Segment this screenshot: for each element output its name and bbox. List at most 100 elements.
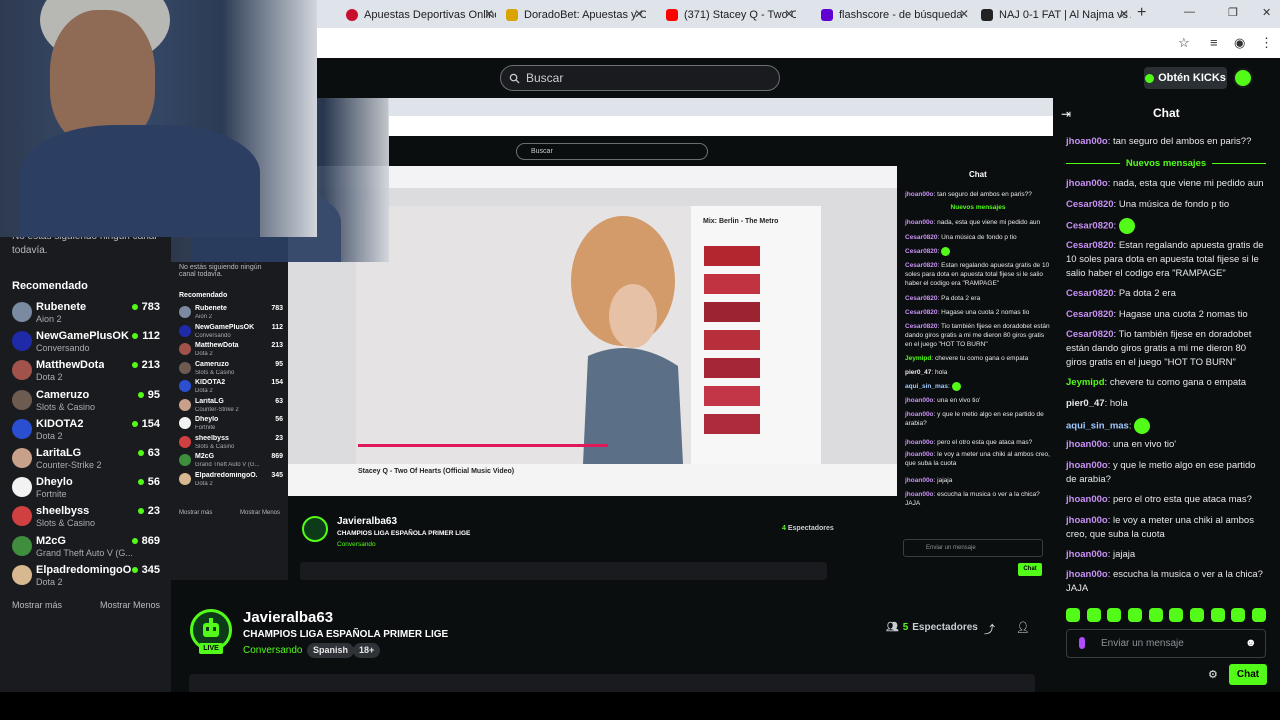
close-icon[interactable]: ✕	[634, 7, 644, 21]
minimize-icon[interactable]: —	[1184, 6, 1195, 18]
chat-username[interactable]: jhoan00o	[1066, 460, 1108, 471]
chat-username[interactable]: Cesar0820	[1066, 221, 1114, 232]
get-kicks-button[interactable]: Obtén KICKs	[1144, 67, 1227, 89]
sidebar-channel[interactable]: KIDOTA2 Dota 2 154	[12, 416, 162, 444]
chat-username[interactable]: Cesar0820	[1066, 240, 1114, 251]
sidebar-channel[interactable]: NewGamePlusOK Conversando 112	[12, 328, 162, 356]
emote-icon[interactable]	[1231, 608, 1246, 622]
chat-username[interactable]: pier0_47	[1066, 398, 1105, 409]
emoji-picker-icon[interactable]: ☻	[1245, 637, 1257, 649]
follow-icon[interactable]: 👤︎	[1016, 621, 1030, 634]
microphone-icon[interactable]	[1079, 637, 1085, 649]
chat-message: jhoan00o: tan seguro del ambos en paris?…	[1066, 136, 1252, 147]
channel-name: ElpadredomingoO...	[36, 563, 132, 576]
nested-stream-info: Javieralba63 CHAMPIOS LIGA ESPAÑOLA PRIM…	[288, 508, 897, 580]
close-icon[interactable]: ✕	[1119, 7, 1129, 21]
chat-message: Cesar0820: Pa dota 2 era	[1066, 288, 1176, 299]
stream-title: CHAMPIOS LIGA ESPAÑOLA PRIMER LIGE	[243, 629, 449, 640]
browser-tab[interactable]: Apuestas Deportivas Online | A✕	[346, 4, 496, 26]
sidebar-channel[interactable]: M2cG Grand Theft Auto V (G... 869	[12, 533, 162, 561]
tag-mature[interactable]: 18+	[353, 643, 381, 658]
close-icon[interactable]: ✕	[484, 7, 494, 21]
nested-channel-name: MatthewDota	[195, 342, 239, 349]
chat-username[interactable]: Jeymipd	[1066, 377, 1105, 388]
emote-icon[interactable]	[1210, 608, 1225, 622]
nested-channel-avatar	[179, 361, 191, 374]
chat-username[interactable]: jhoan00o	[1066, 494, 1108, 505]
nested-chat-message: jhoan00o: jajaja	[905, 477, 953, 484]
search-input[interactable]: Buscar	[500, 65, 780, 91]
nested-sidebar-channel: sheelbyss Slots & Casino 23	[179, 434, 283, 452]
close-window-icon[interactable]: ✕	[1262, 6, 1271, 19]
sidebar-channel[interactable]: Cameruzo Slots & Casino 95	[12, 387, 162, 415]
viewer-count-value: 5	[902, 622, 909, 633]
browser-tab[interactable]: flashscore - de búsqueda ✕	[821, 4, 971, 26]
sidebar-channel[interactable]: ElpadredomingoO... Dota 2 345	[12, 562, 162, 590]
profile-icon[interactable]: ◉	[1234, 35, 1245, 51]
sidebar-channel[interactable]: MatthewDota Dota 2 213	[12, 357, 162, 385]
emote-icon	[1134, 418, 1151, 434]
collapse-chat-icon[interactable]: ⇥	[1061, 107, 1071, 121]
chat-username[interactable]: jhoan00o	[1066, 178, 1108, 189]
show-more-button[interactable]: Mostrar más	[12, 600, 62, 610]
media-control-icon[interactable]: ≡	[1210, 35, 1218, 50]
live-dot-icon	[137, 391, 144, 398]
share-icon[interactable]: ⤴	[984, 621, 995, 637]
emote-icon[interactable]	[1107, 608, 1122, 622]
sidebar-channel[interactable]: Dheylo Fortnite 56	[12, 474, 162, 502]
send-chat-button[interactable]: Chat	[1229, 664, 1267, 685]
nested-chat-username: Cesar0820	[905, 309, 938, 316]
channel-name: Dheylo	[36, 476, 73, 489]
channel-viewer-count: 213	[141, 359, 160, 372]
chat-username[interactable]: jhoan00o	[1066, 569, 1108, 580]
nested-chat-username: jhoan00o	[905, 397, 934, 404]
tag-language[interactable]: Spanish	[307, 643, 355, 658]
sidebar-channel[interactable]: sheelbyss Slots & Casino 23	[12, 503, 162, 531]
emote-icon[interactable]	[1127, 608, 1142, 622]
chat-text: jajaja	[1112, 549, 1136, 560]
emote-icon[interactable]	[1086, 608, 1101, 622]
streamer-name[interactable]: Javieralba63	[243, 609, 333, 626]
channel-name: Rubenete	[36, 301, 87, 313]
chat-username[interactable]: jhoan00o	[1066, 439, 1108, 450]
chat-username[interactable]: Cesar0820	[1066, 329, 1114, 340]
chat-settings-icon[interactable]: ⚙	[1208, 668, 1218, 681]
stream-category[interactable]: Conversando	[243, 645, 302, 656]
new-tab-icon[interactable]: +	[1137, 4, 1146, 22]
close-icon[interactable]: ✕	[784, 7, 794, 21]
chat-username[interactable]: jhoan00o	[1066, 136, 1108, 147]
channel-avatar	[12, 389, 32, 410]
chat-username[interactable]: Cesar0820	[1066, 288, 1114, 299]
channel-avatar	[12, 331, 32, 352]
emote-icon[interactable]	[1148, 608, 1163, 622]
emote-icon[interactable]	[1066, 608, 1080, 622]
nested-channel-category: Counter-Strike 2	[195, 406, 239, 413]
show-less-button[interactable]: Mostrar Menos	[100, 600, 160, 610]
sidebar-channel[interactable]: Rubenete Aion 2 783	[12, 299, 162, 327]
chat-username[interactable]: aqui_sin_mas	[1066, 421, 1129, 432]
nested-chat-text: pero el otro esta que ataca mas?	[937, 439, 1033, 446]
chat-username[interactable]: jhoan00o	[1066, 515, 1108, 526]
browser-tab[interactable]: (371) Stacey Q - Two Of He✕	[666, 4, 796, 26]
star-icon[interactable]: ☆	[1178, 35, 1190, 51]
close-icon[interactable]: ✕	[959, 7, 969, 21]
chat-title: Chat	[1153, 106, 1180, 120]
emote-icon[interactable]	[1189, 608, 1204, 622]
chat-message: jhoan00o: le voy a meter una chiki al am…	[1066, 515, 1254, 540]
menu-icon[interactable]: ⋮	[1260, 35, 1273, 51]
viewer-count-label: Espectadores	[912, 622, 978, 633]
chat-username[interactable]: Cesar0820	[1066, 199, 1114, 210]
channel-viewer-count: 345	[141, 563, 160, 576]
address-bar[interactable]: ☆ ≡ ◉ ⋮	[316, 28, 1280, 58]
user-avatar[interactable]	[1233, 68, 1253, 88]
chat-username[interactable]: jhoan00o	[1066, 549, 1108, 560]
emote-icon[interactable]	[1169, 608, 1184, 622]
maximize-icon[interactable]: ❐	[1228, 6, 1238, 19]
browser-tab[interactable]: NAJ 0-1 FAT | Al Najma vs Al Fa✕	[981, 4, 1131, 26]
nested-chat-text: Hagase una cuota 2 nomas tio	[941, 309, 1030, 316]
emote-icon[interactable]	[1251, 608, 1266, 622]
sidebar-channel[interactable]: LaritaLG Counter-Strike 2 63	[12, 445, 162, 473]
chat-input[interactable]: Enviar un mensaje	[1066, 629, 1266, 658]
chat-username[interactable]: Cesar0820	[1066, 309, 1114, 320]
browser-tab[interactable]: DoradoBet: Apuestas y Casino✕	[506, 4, 646, 26]
